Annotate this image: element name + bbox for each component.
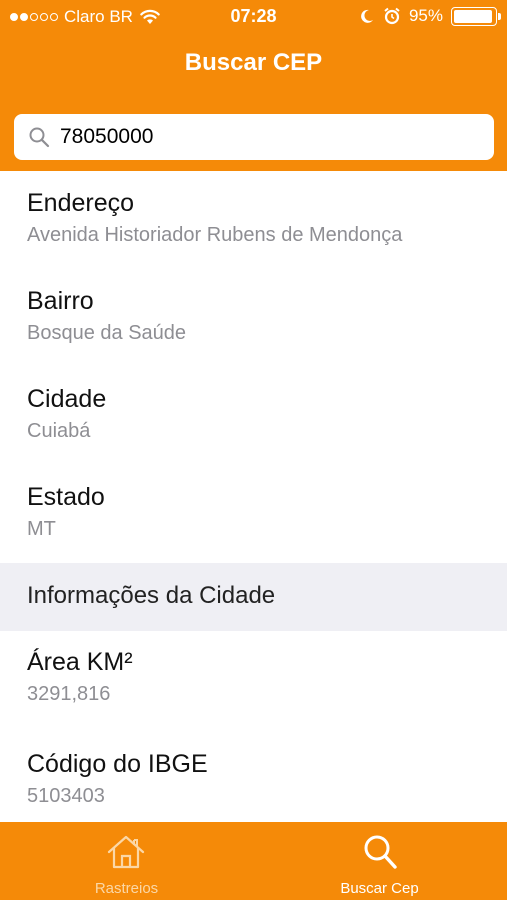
- field-value: Avenida Historiador Rubens de Mendonça: [27, 224, 403, 246]
- tab-label: Rastreios: [94, 880, 159, 897]
- field-value: 3291,816: [27, 683, 111, 705]
- search-icon: [364, 835, 397, 869]
- field-label: Endereço: [27, 189, 135, 217]
- field-label: Estado: [27, 483, 105, 511]
- field-label: Código do IBGE: [27, 750, 208, 778]
- field-value: 5103403: [27, 785, 105, 807]
- battery-icon: [451, 6, 501, 26]
- city-info-section-header: Informações da Cidade: [0, 563, 507, 631]
- page-title: Buscar CEP: [184, 49, 323, 76]
- header: Claro BR 07:28 95% Buscar CEP: [0, 0, 507, 171]
- tab-buscar-cep[interactable]: Buscar Cep: [253, 822, 506, 900]
- field-area-km2: Área KM² 3291,816: [27, 647, 133, 707]
- status-right: 95%: [359, 6, 501, 26]
- tab-bar: Rastreios Buscar Cep: [0, 822, 507, 900]
- field-value: Cuiabá: [27, 420, 91, 442]
- address-results: Endereço Avenida Historiador Rubens de M…: [0, 171, 507, 822]
- field-label: Bairro: [27, 287, 94, 315]
- search-bar[interactable]: [14, 114, 494, 160]
- status-bar: Claro BR 07:28 95%: [0, 0, 507, 34]
- field-value: MT: [27, 518, 56, 540]
- battery-level-fill: [454, 9, 492, 23]
- tab-rastreios[interactable]: Rastreios: [0, 822, 253, 900]
- battery-percentage: 95%: [408, 6, 443, 25]
- moon-icon: [361, 9, 373, 23]
- field-label: Área KM²: [27, 648, 133, 676]
- field-endereco: Endereço Avenida Historiador Rubens de M…: [27, 188, 402, 248]
- search-icon: [29, 127, 50, 148]
- home-icon: [107, 835, 145, 869]
- tab-label: Buscar Cep: [340, 880, 419, 897]
- alarm-icon: [384, 7, 400, 25]
- field-cidade: Cidade Cuiabá: [27, 384, 106, 444]
- field-estado: Estado MT: [27, 482, 105, 542]
- section-title: Informações da Cidade: [27, 582, 276, 609]
- field-bairro: Bairro Bosque da Saúde: [27, 286, 186, 346]
- field-value: Bosque da Saúde: [27, 322, 187, 344]
- field-label: Cidade: [27, 385, 107, 413]
- cep-search-input[interactable]: [60, 125, 480, 149]
- field-codigo-ibge: Código do IBGE 5103403: [27, 749, 208, 809]
